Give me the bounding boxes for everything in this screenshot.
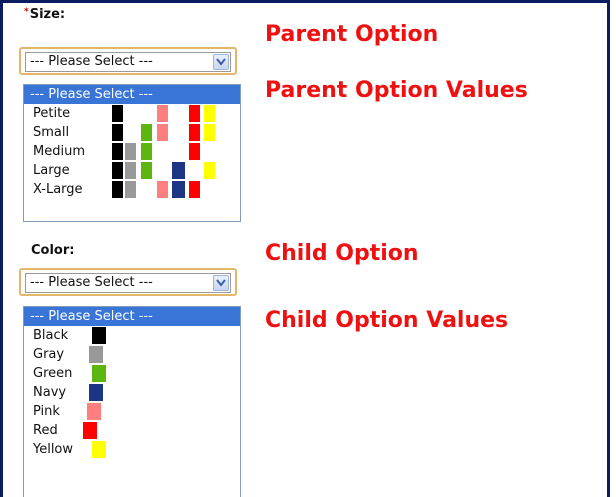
- size-label-text: Size:: [29, 7, 66, 22]
- swatch-yellow: [92, 441, 106, 458]
- swatch-red: [189, 124, 200, 141]
- swatch-yellow: [204, 124, 215, 141]
- color-option-placeholder[interactable]: --- Please Select ---: [24, 307, 240, 326]
- size-option-petite[interactable]: Petite: [24, 104, 240, 123]
- swatch-black: [112, 105, 123, 122]
- color-option-black[interactable]: Black: [24, 326, 240, 345]
- size-option-label: Medium: [33, 144, 85, 159]
- required-mark: *: [24, 7, 29, 17]
- color-select-value[interactable]: --- Please Select ---: [25, 273, 231, 293]
- color-option-label: Gray: [33, 347, 65, 362]
- swatch-navy: [89, 384, 103, 401]
- swatch-gray: [125, 162, 136, 179]
- swatch-pink: [157, 181, 168, 198]
- swatch-red: [189, 181, 200, 198]
- color-option-red[interactable]: Red: [24, 421, 240, 440]
- size-option-small[interactable]: Small: [24, 123, 240, 142]
- chevron-down-icon[interactable]: [213, 275, 229, 291]
- size-option-placeholder[interactable]: --- Please Select ---: [24, 85, 240, 104]
- color-option-navy[interactable]: Navy: [24, 383, 240, 402]
- size-option-label: Petite: [33, 106, 71, 121]
- swatch-yellow: [204, 105, 215, 122]
- size-option-large[interactable]: Large: [24, 161, 240, 180]
- child-option-annotation: Child Option: [265, 241, 419, 266]
- swatch-pink: [157, 124, 168, 141]
- color-select-text: --- Please Select ---: [30, 275, 153, 290]
- color-option-label: Yellow: [33, 442, 74, 457]
- size-label: *Size:: [24, 7, 65, 22]
- swatch-green: [141, 124, 152, 141]
- chevron-down-icon[interactable]: [213, 54, 229, 70]
- swatch-pink: [157, 105, 168, 122]
- child-option-values-annotation: Child Option Values: [265, 308, 509, 333]
- color-option-green[interactable]: Green: [24, 364, 240, 383]
- color-select[interactable]: --- Please Select ---: [19, 268, 237, 296]
- swatch-black: [112, 143, 123, 160]
- size-option-x-large[interactable]: X-Large: [24, 180, 240, 199]
- swatch-green: [141, 162, 152, 179]
- size-option-label: Small: [33, 125, 70, 140]
- size-option-label: X-Large: [33, 182, 83, 197]
- swatch-yellow: [204, 162, 215, 179]
- swatch-green: [141, 143, 152, 160]
- color-label: Color:: [31, 243, 74, 258]
- swatch-gray: [125, 143, 136, 160]
- swatch-red: [189, 105, 200, 122]
- color-option-label: Red: [33, 423, 58, 438]
- size-option-list[interactable]: --- Please Select --- Petite Small Medium La…: [23, 84, 241, 222]
- color-option-yellow[interactable]: Yellow: [24, 440, 240, 459]
- color-option-label: Green: [33, 366, 73, 381]
- color-option-label: Navy: [33, 385, 67, 400]
- size-option-label: Large: [33, 163, 70, 178]
- color-option-label: Black: [33, 328, 69, 343]
- color-label-text: Color:: [31, 243, 75, 258]
- size-option-label: --- Please Select ---: [30, 87, 153, 102]
- swatch-black: [112, 162, 123, 179]
- size-select-value[interactable]: --- Please Select ---: [25, 52, 231, 72]
- swatch-black: [92, 327, 106, 344]
- color-option-label: Pink: [33, 404, 60, 419]
- color-option-label: --- Please Select ---: [30, 309, 153, 324]
- swatch-pink: [87, 403, 101, 420]
- swatch-navy: [172, 181, 185, 198]
- color-option-list[interactable]: --- Please Select --- Black Gray Green Navy P…: [23, 306, 241, 497]
- swatch-navy: [172, 162, 185, 179]
- swatch-gray: [125, 181, 136, 198]
- size-select[interactable]: --- Please Select ---: [19, 47, 237, 75]
- swatch-gray: [89, 346, 103, 363]
- parent-option-annotation: Parent Option: [265, 22, 439, 47]
- color-option-gray[interactable]: Gray: [24, 345, 240, 364]
- color-option-pink[interactable]: Pink: [24, 402, 240, 421]
- size-select-text: --- Please Select ---: [30, 54, 153, 69]
- swatch-green: [92, 365, 106, 382]
- swatch-black: [112, 124, 123, 141]
- swatch-black: [112, 181, 123, 198]
- parent-option-values-annotation: Parent Option Values: [265, 78, 528, 103]
- size-option-medium[interactable]: Medium: [24, 142, 240, 161]
- swatch-red: [83, 422, 97, 439]
- swatch-red: [189, 143, 200, 160]
